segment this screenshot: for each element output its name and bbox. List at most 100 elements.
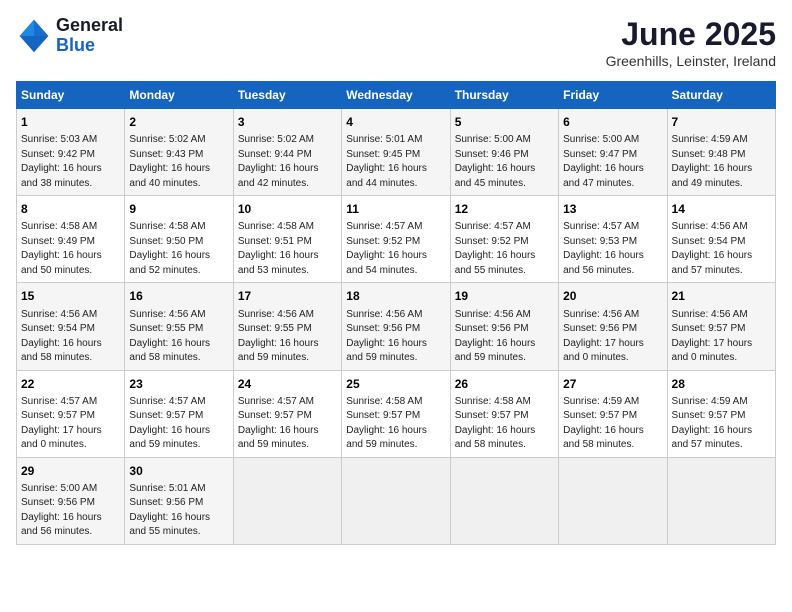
day-info: Sunrise: 4:56 AMSunset: 9:56 PMDaylight:… — [563, 309, 644, 364]
day-info: Sunrise: 4:57 AMSunset: 9:53 PMDaylight:… — [563, 221, 644, 276]
day-number: 26 — [455, 376, 554, 392]
day-info: Sunrise: 4:59 AMSunset: 9:57 PMDaylight:… — [672, 396, 753, 451]
header-day-saturday: Saturday — [667, 82, 775, 109]
day-info: Sunrise: 4:58 AMSunset: 9:51 PMDaylight:… — [238, 221, 319, 276]
day-info: Sunrise: 4:58 AMSunset: 9:49 PMDaylight:… — [21, 221, 102, 276]
calendar-cell — [233, 457, 341, 544]
day-number: 18 — [346, 288, 445, 304]
day-info: Sunrise: 5:02 AMSunset: 9:44 PMDaylight:… — [238, 134, 319, 189]
calendar-cell: 27 Sunrise: 4:59 AMSunset: 9:57 PMDayligh… — [559, 370, 667, 457]
page-container: General Blue June 2025 Greenhills, Leins… — [16, 16, 776, 545]
day-number: 12 — [455, 201, 554, 217]
day-info: Sunrise: 5:00 AMSunset: 9:47 PMDaylight:… — [563, 134, 644, 189]
calendar-cell: 4Sunrise: 5:01 AMSunset: 9:45 PMDaylight… — [342, 109, 450, 196]
day-info: Sunrise: 4:59 AMSunset: 9:57 PMDaylight:… — [563, 396, 644, 451]
logo-blue-text: Blue — [56, 36, 123, 56]
calendar-cell: 2 Sunrise: 5:02 AMSunset: 9:43 PMDaylight… — [125, 109, 233, 196]
day-number: 23 — [129, 376, 228, 392]
calendar-cell: 30 Sunrise: 5:01 AMSunset: 9:56 PMDayligh… — [125, 457, 233, 544]
calendar-cell: 14 Sunrise: 4:56 AMSunset: 9:54 PMDayligh… — [667, 196, 775, 283]
calendar-cell: 29 Sunrise: 5:00 AMSunset: 9:56 PMDayligh… — [17, 457, 125, 544]
header-day-friday: Friday — [559, 82, 667, 109]
day-info: Sunrise: 4:56 AMSunset: 9:56 PMDaylight:… — [346, 309, 427, 364]
header-row: SundayMondayTuesdayWednesdayThursdayFrid… — [17, 82, 776, 109]
calendar-cell — [667, 457, 775, 544]
header-day-monday: Monday — [125, 82, 233, 109]
day-number: 11 — [346, 201, 445, 217]
day-number: 21 — [672, 288, 771, 304]
day-number: 15 — [21, 288, 120, 304]
logo-icon — [16, 18, 52, 54]
day-number: 16 — [129, 288, 228, 304]
day-number: 27 — [563, 376, 662, 392]
logo-general-text: General — [56, 16, 123, 36]
day-info: Sunrise: 4:56 AMSunset: 9:55 PMDaylight:… — [129, 309, 210, 364]
header-day-sunday: Sunday — [17, 82, 125, 109]
day-number: 6 — [563, 114, 662, 130]
calendar-cell — [342, 457, 450, 544]
day-info: Sunrise: 5:00 AMSunset: 9:56 PMDaylight:… — [21, 483, 102, 538]
calendar-body: 1 Sunrise: 5:03 AMSunset: 9:42 PMDaylight… — [17, 109, 776, 545]
calendar-cell: 13Sunrise: 4:57 AMSunset: 9:53 PMDayligh… — [559, 196, 667, 283]
header-day-wednesday: Wednesday — [342, 82, 450, 109]
calendar-cell — [450, 457, 558, 544]
day-info: Sunrise: 4:59 AMSunset: 9:48 PMDaylight:… — [672, 134, 753, 189]
calendar-cell: 11 Sunrise: 4:57 AMSunset: 9:52 PMDayligh… — [342, 196, 450, 283]
calendar-cell: 12 Sunrise: 4:57 AMSunset: 9:52 PMDayligh… — [450, 196, 558, 283]
calendar-cell: 1 Sunrise: 5:03 AMSunset: 9:42 PMDaylight… — [17, 109, 125, 196]
calendar-cell — [559, 457, 667, 544]
calendar-cell: 22Sunrise: 4:57 AMSunset: 9:57 PMDayligh… — [17, 370, 125, 457]
calendar-cell: 24Sunrise: 4:57 AMSunset: 9:57 PMDayligh… — [233, 370, 341, 457]
calendar-cell: 6 Sunrise: 5:00 AMSunset: 9:47 PMDaylight… — [559, 109, 667, 196]
day-info: Sunrise: 5:02 AMSunset: 9:43 PMDaylight:… — [129, 134, 210, 189]
day-info: Sunrise: 4:56 AMSunset: 9:56 PMDaylight:… — [455, 309, 536, 364]
location-title: Greenhills, Leinster, Ireland — [606, 53, 776, 69]
day-info: Sunrise: 5:01 AMSunset: 9:56 PMDaylight:… — [129, 483, 210, 538]
day-number: 22 — [21, 376, 120, 392]
day-info: Sunrise: 4:56 AMSunset: 9:55 PMDaylight:… — [238, 309, 319, 364]
calendar-cell: 26 Sunrise: 4:58 AMSunset: 9:57 PMDayligh… — [450, 370, 558, 457]
day-number: 10 — [238, 201, 337, 217]
week-row-5: 29 Sunrise: 5:00 AMSunset: 9:56 PMDayligh… — [17, 457, 776, 544]
day-number: 8 — [21, 201, 120, 217]
calendar-cell: 10 Sunrise: 4:58 AMSunset: 9:51 PMDayligh… — [233, 196, 341, 283]
day-number: 1 — [21, 114, 120, 130]
day-number: 29 — [21, 463, 120, 479]
logo-text: General Blue — [56, 16, 123, 56]
day-number: 14 — [672, 201, 771, 217]
day-info: Sunrise: 4:56 AMSunset: 9:57 PMDaylight:… — [672, 309, 753, 364]
calendar-cell: 21 Sunrise: 4:56 AMSunset: 9:57 PMDayligh… — [667, 283, 775, 370]
day-number: 2 — [129, 114, 228, 130]
day-number: 9 — [129, 201, 228, 217]
day-number: 17 — [238, 288, 337, 304]
calendar-table: SundayMondayTuesdayWednesdayThursdayFrid… — [16, 81, 776, 545]
day-info: Sunrise: 4:56 AMSunset: 9:54 PMDaylight:… — [21, 309, 102, 364]
day-number: 25 — [346, 376, 445, 392]
calendar-cell: 5Sunrise: 5:00 AMSunset: 9:46 PMDaylight… — [450, 109, 558, 196]
day-info: Sunrise: 4:57 AMSunset: 9:52 PMDaylight:… — [455, 221, 536, 276]
day-number: 30 — [129, 463, 228, 479]
calendar-cell: 3 Sunrise: 5:02 AMSunset: 9:44 PMDaylight… — [233, 109, 341, 196]
calendar-cell: 17 Sunrise: 4:56 AMSunset: 9:55 PMDayligh… — [233, 283, 341, 370]
day-info: Sunrise: 4:56 AMSunset: 9:54 PMDaylight:… — [672, 221, 753, 276]
week-row-3: 15 Sunrise: 4:56 AMSunset: 9:54 PMDayligh… — [17, 283, 776, 370]
day-info: Sunrise: 5:00 AMSunset: 9:46 PMDaylight:… — [455, 134, 536, 189]
day-number: 4 — [346, 114, 445, 130]
day-info: Sunrise: 4:57 AMSunset: 9:57 PMDaylight:… — [238, 396, 319, 451]
calendar-cell: 7Sunrise: 4:59 AMSunset: 9:48 PMDaylight… — [667, 109, 775, 196]
day-info: Sunrise: 5:03 AMSunset: 9:42 PMDaylight:… — [21, 134, 102, 189]
calendar-cell: 28Sunrise: 4:59 AMSunset: 9:57 PMDayligh… — [667, 370, 775, 457]
calendar-cell: 16 Sunrise: 4:56 AMSunset: 9:55 PMDayligh… — [125, 283, 233, 370]
calendar-cell: 9Sunrise: 4:58 AMSunset: 9:50 PMDaylight… — [125, 196, 233, 283]
day-info: Sunrise: 4:57 AMSunset: 9:57 PMDaylight:… — [129, 396, 210, 451]
day-info: Sunrise: 4:58 AMSunset: 9:57 PMDaylight:… — [346, 396, 427, 451]
header-day-thursday: Thursday — [450, 82, 558, 109]
day-info: Sunrise: 4:58 AMSunset: 9:57 PMDaylight:… — [455, 396, 536, 451]
week-row-2: 8 Sunrise: 4:58 AMSunset: 9:49 PMDaylight… — [17, 196, 776, 283]
week-row-1: 1 Sunrise: 5:03 AMSunset: 9:42 PMDaylight… — [17, 109, 776, 196]
header-day-tuesday: Tuesday — [233, 82, 341, 109]
day-info: Sunrise: 4:57 AMSunset: 9:52 PMDaylight:… — [346, 221, 427, 276]
day-number: 3 — [238, 114, 337, 130]
calendar-cell: 23 Sunrise: 4:57 AMSunset: 9:57 PMDayligh… — [125, 370, 233, 457]
calendar-header: SundayMondayTuesdayWednesdayThursdayFrid… — [17, 82, 776, 109]
